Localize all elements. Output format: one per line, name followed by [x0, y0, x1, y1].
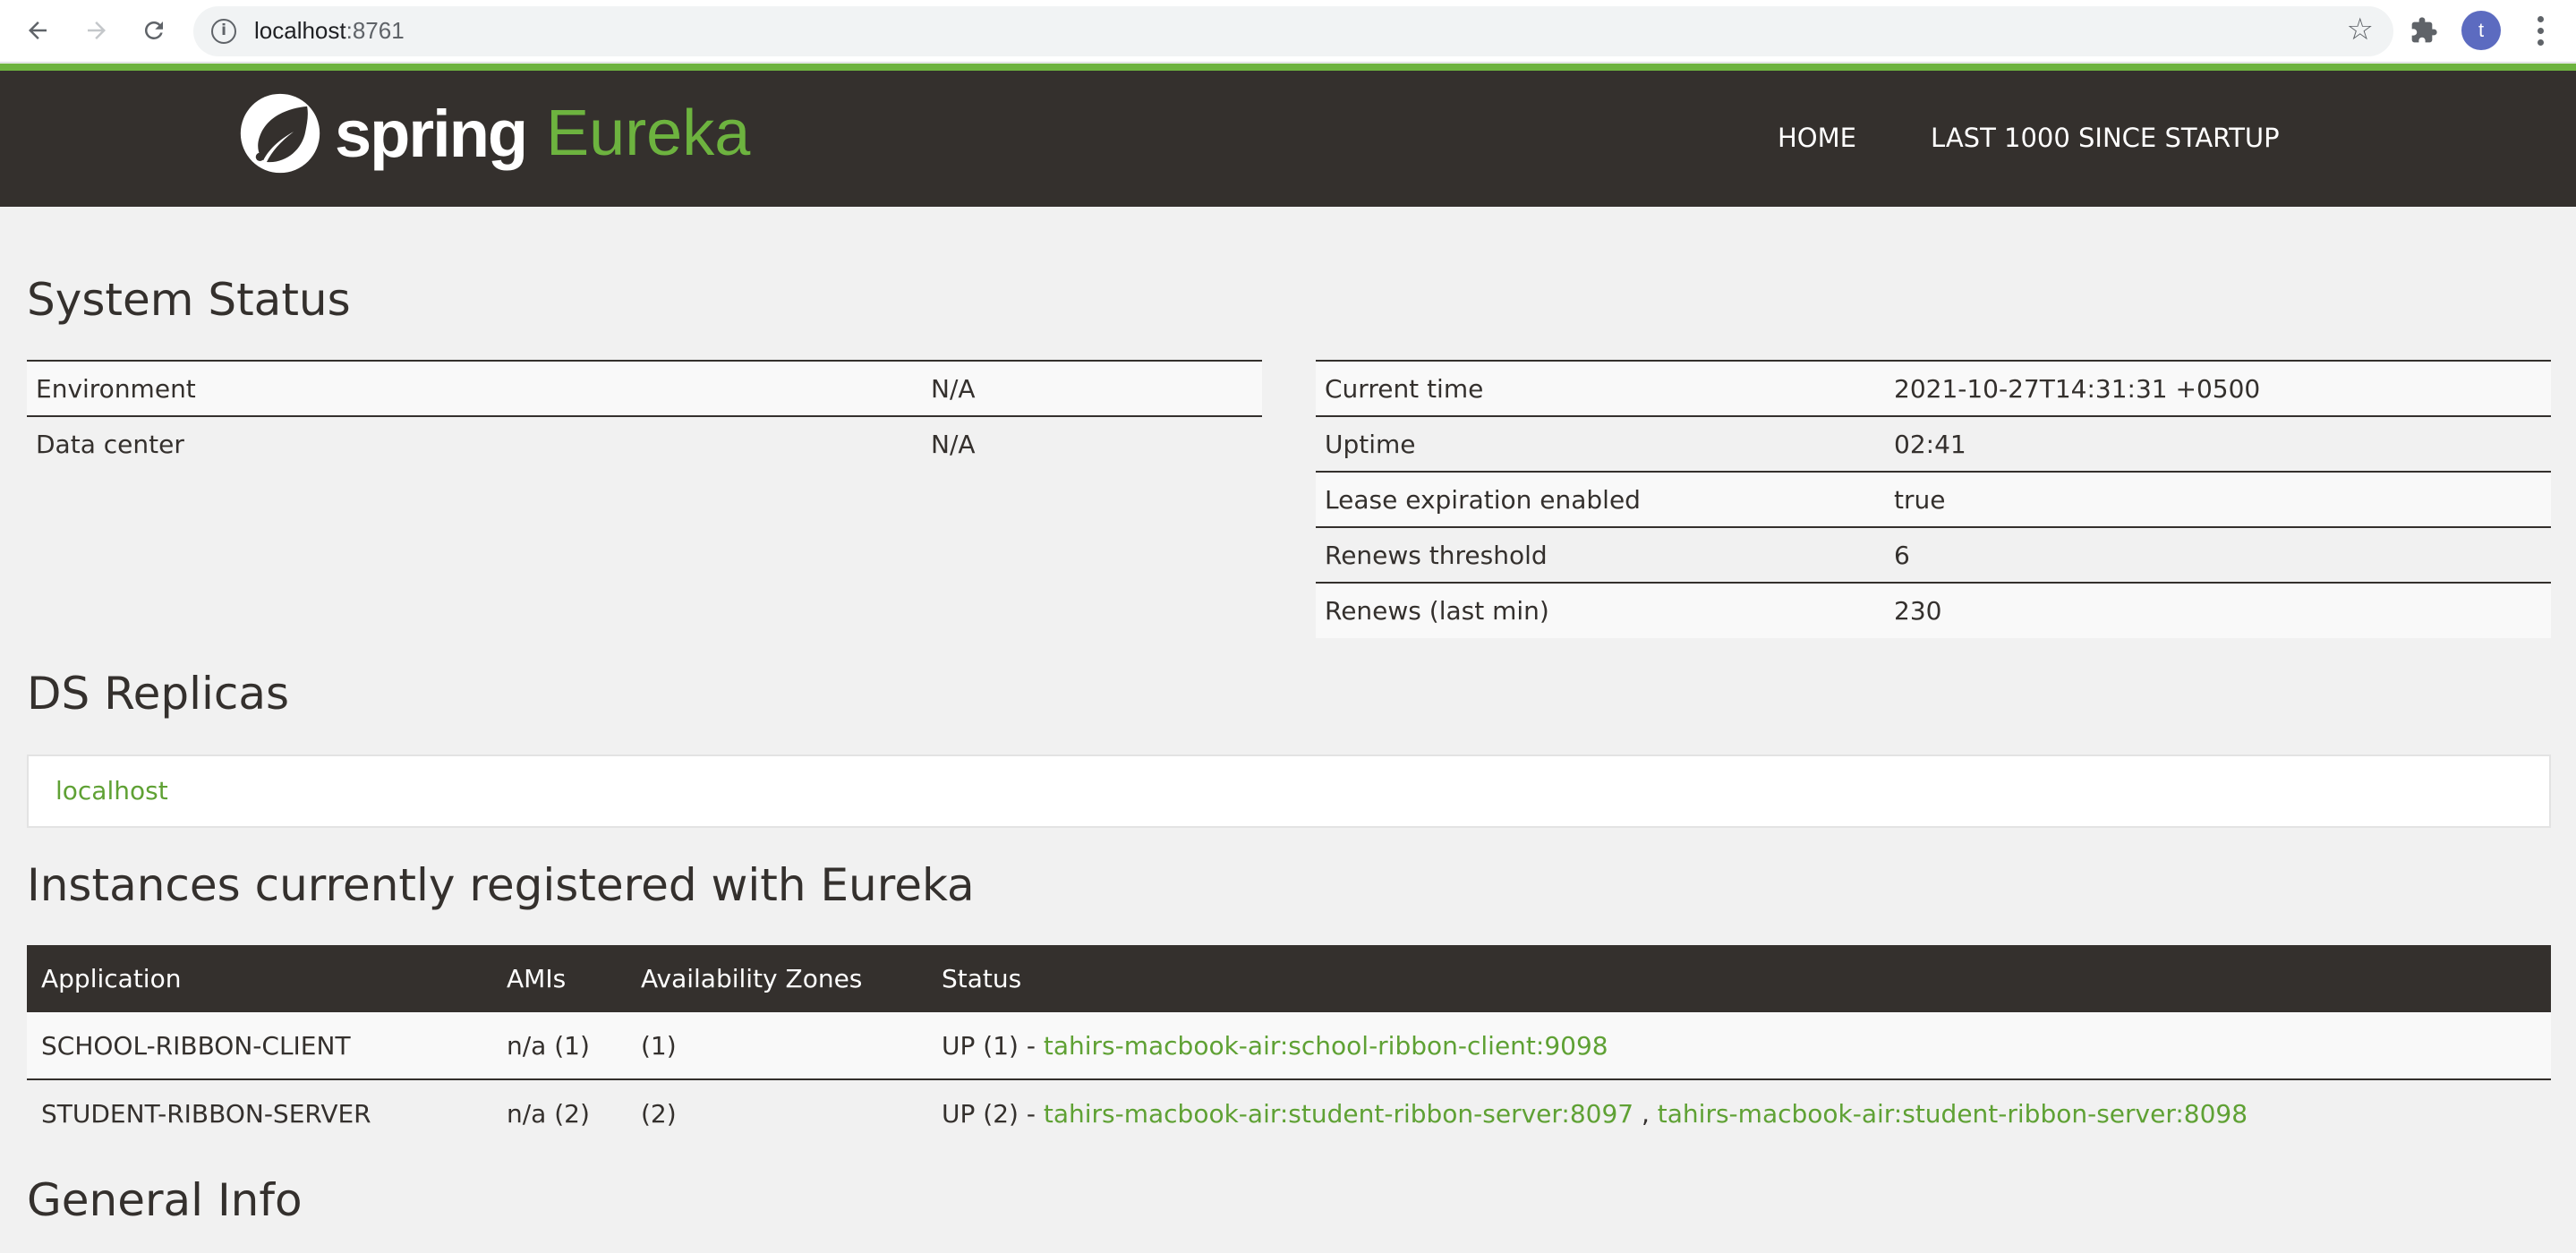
renews-last-min-key: Renews (last min) — [1316, 582, 1885, 638]
forward-icon[interactable] — [77, 11, 116, 50]
table-row: Current time 2021-10-27T14:31:31 +0500 — [1316, 360, 2551, 416]
eureka-navbar: spring Eureka HOME LAST 1000 SINCE START… — [0, 64, 2576, 207]
app-name: SCHOOL-RIBBON-CLIENT — [27, 1012, 492, 1079]
uptime-key: Uptime — [1316, 415, 1885, 472]
header-availability-zones: Availability Zones — [627, 945, 927, 1012]
lease-value: true — [1885, 471, 2551, 527]
table-row: STUDENT-RIBBON-SERVER n/a (2) (2) UP (2)… — [27, 1078, 2551, 1146]
env-value: N/A — [922, 360, 1262, 416]
star-icon[interactable]: ☆ — [2347, 12, 2374, 47]
table-row: Lease expiration enabled true — [1316, 471, 2551, 527]
renews-last-min-value: 230 — [1885, 582, 2551, 638]
ds-replicas-title: DS Replicas — [27, 668, 290, 720]
instance-link[interactable]: tahirs-macbook-air:school-ribbon-client:… — [1044, 1031, 1608, 1061]
url-text[interactable]: localhost:8761 — [254, 17, 405, 45]
browser-toolbar: i localhost:8761 ☆ t — [0, 0, 2576, 63]
ds-replicas-box: localhost — [27, 754, 2551, 828]
back-icon[interactable] — [18, 11, 57, 50]
app-status: UP (1) - tahirs-macbook-air:school-ribbo… — [927, 1012, 2551, 1079]
uptime-value: 02:41 — [1885, 415, 2551, 472]
table-row: SCHOOL-RIBBON-CLIENT n/a (1) (1) UP (1) … — [27, 1012, 2551, 1079]
instances-title: Instances currently registered with Eure… — [27, 859, 975, 911]
table-row: Uptime 02:41 — [1316, 415, 2551, 472]
general-info-title: General Info — [27, 1174, 303, 1226]
header-status: Status — [927, 945, 2551, 1012]
current-time-key: Current time — [1316, 360, 1885, 416]
extensions-icon[interactable] — [2404, 11, 2444, 50]
address-bar[interactable]: i localhost:8761 ☆ — [193, 6, 2393, 56]
brand-eureka-text: Eureka — [546, 98, 751, 169]
table-header-row: Application AMIs Availability Zones Stat… — [27, 945, 2551, 1012]
datacenter-value: N/A — [922, 415, 1262, 472]
instance-link[interactable]: tahirs-macbook-air:student-ribbon-server… — [1044, 1099, 1633, 1129]
nav-last-1000-link[interactable]: LAST 1000 SINCE STARTUP — [1931, 123, 2280, 153]
header-amis: AMIs — [492, 945, 627, 1012]
menu-icon[interactable] — [2522, 11, 2558, 50]
header-application: Application — [27, 945, 492, 1012]
table-row: Renews (last min) 230 — [1316, 582, 2551, 638]
app-zones: (1) — [627, 1012, 927, 1079]
renews-threshold-value: 6 — [1885, 526, 2551, 583]
lease-key: Lease expiration enabled — [1316, 471, 1885, 527]
table-row: Data center N/A — [27, 415, 1262, 472]
env-key: Environment — [27, 360, 922, 416]
system-status-left-table: Environment N/A Data center N/A — [27, 360, 1262, 472]
system-status-right-table: Current time 2021-10-27T14:31:31 +0500 U… — [1316, 360, 2551, 638]
renews-threshold-key: Renews threshold — [1316, 526, 1885, 583]
app-name: STUDENT-RIBBON-SERVER — [27, 1078, 492, 1146]
app-zones: (2) — [627, 1078, 927, 1146]
brand-spring-text: spring — [335, 96, 528, 171]
app-status: UP (2) - tahirs-macbook-air:student-ribb… — [927, 1078, 2551, 1146]
app-amis: n/a (2) — [492, 1078, 627, 1146]
current-time-value: 2021-10-27T14:31:31 +0500 — [1885, 360, 2551, 416]
table-row: Environment N/A — [27, 360, 1262, 416]
reload-icon[interactable] — [134, 11, 174, 50]
app-amis: n/a (1) — [492, 1012, 627, 1079]
system-status-title: System Status — [27, 274, 351, 326]
avatar[interactable]: t — [2461, 11, 2501, 50]
replica-link-localhost[interactable]: localhost — [55, 776, 168, 806]
instances-table: Application AMIs Availability Zones Stat… — [27, 945, 2551, 1146]
info-icon[interactable]: i — [211, 19, 236, 44]
spring-leaf-icon — [240, 93, 320, 174]
nav-home-link[interactable]: HOME — [1778, 123, 1856, 153]
datacenter-key: Data center — [27, 415, 922, 472]
instance-link[interactable]: tahirs-macbook-air:student-ribbon-server… — [1658, 1099, 2248, 1129]
spring-eureka-logo[interactable]: spring Eureka — [238, 90, 750, 176]
table-row: Renews threshold 6 — [1316, 526, 2551, 583]
